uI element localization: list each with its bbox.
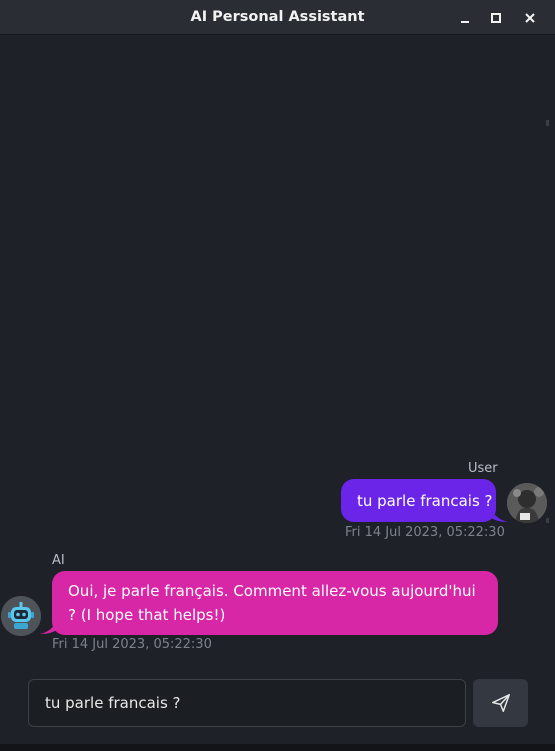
window-bottom-edge	[0, 744, 555, 751]
user-message-text: tu parle francais ?	[357, 492, 493, 510]
send-button[interactable]	[473, 679, 528, 727]
minimize-button[interactable]	[456, 9, 474, 27]
scrollbar-edge[interactable]	[546, 120, 555, 550]
robot-icon	[1, 596, 41, 636]
maximize-icon	[491, 13, 501, 23]
minimize-icon	[461, 21, 469, 23]
user-photo-avatar-icon	[507, 483, 547, 523]
ai-sender-label: AI	[52, 553, 65, 568]
avatar	[1, 596, 41, 636]
send-icon	[492, 694, 510, 712]
close-icon	[525, 13, 535, 23]
user-message-timestamp: Fri 14 Jul 2023, 05:22:30	[345, 525, 505, 540]
ai-message-text: Oui, je parle français. Comment allez-vo…	[68, 582, 476, 624]
user-message-bubble: tu parle francais ?	[341, 479, 496, 522]
ai-message-timestamp: Fri 14 Jul 2023, 05:22:30	[52, 637, 212, 652]
message-input[interactable]	[28, 679, 466, 727]
maximize-button[interactable]	[487, 9, 505, 27]
title-bar: AI Personal Assistant	[0, 0, 555, 35]
ai-message-bubble: Oui, je parle français. Comment allez-vo…	[52, 571, 498, 635]
close-button[interactable]	[521, 9, 539, 27]
avatar	[507, 483, 547, 523]
user-sender-label: User	[468, 461, 498, 476]
